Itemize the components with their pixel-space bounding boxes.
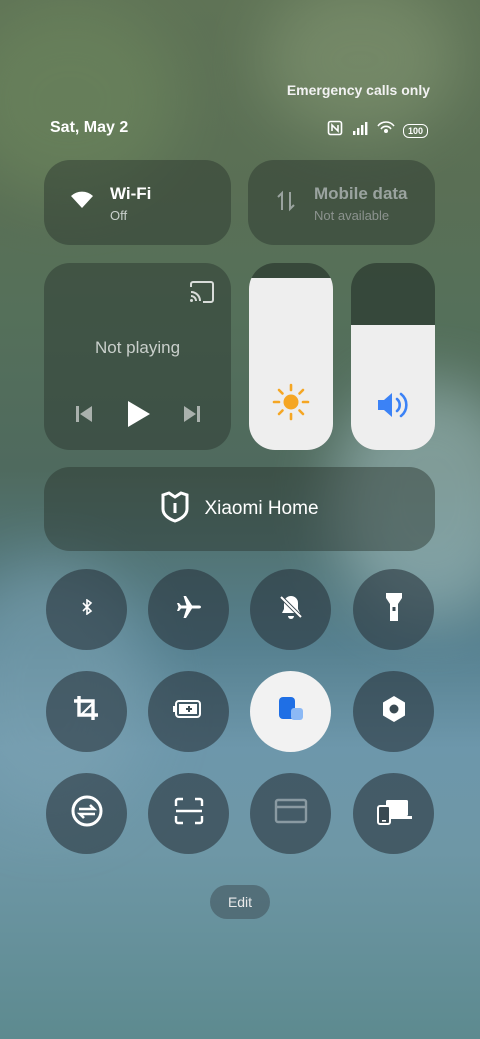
silent-toggle[interactable] — [250, 569, 331, 650]
hex-nut-icon — [379, 694, 409, 729]
scanner-toggle[interactable] — [148, 773, 229, 854]
card-toggle[interactable] — [250, 773, 331, 854]
data-arrows-icon — [274, 190, 298, 217]
airplane-icon — [175, 593, 203, 626]
card-icon — [274, 798, 308, 829]
airplane-mode-toggle[interactable] — [148, 569, 229, 650]
cast-icon[interactable] — [189, 281, 215, 308]
speaker-icon — [375, 389, 411, 426]
network-status: Emergency calls only — [286, 82, 430, 98]
mobile-data-title: Mobile data — [314, 184, 408, 203]
media-status: Not playing — [94, 338, 181, 357]
volume-fill — [351, 324, 435, 450]
wifi-tile[interactable]: Wi-Fi Off — [44, 160, 231, 245]
battery-icon: 100 — [402, 123, 428, 138]
volume-slider[interactable] — [351, 263, 435, 450]
cast-device-toggle[interactable] — [353, 773, 434, 854]
hotspot-icon — [377, 120, 395, 141]
bluetooth-icon — [81, 598, 93, 620]
mi-home-icon — [160, 490, 190, 528]
scan-icon — [174, 797, 204, 830]
devices-icon — [376, 797, 412, 830]
signal-icon — [351, 121, 369, 140]
crop-icon — [72, 694, 102, 729]
floating-window-icon — [276, 694, 306, 729]
flashlight-toggle[interactable] — [353, 569, 434, 650]
edit-button[interactable]: Edit — [210, 885, 270, 919]
floating-window-toggle[interactable] — [250, 671, 331, 752]
battery-saver-icon — [172, 698, 205, 725]
xiaomi-home-label: Xiaomi Home — [204, 498, 319, 519]
flashlight-icon — [384, 591, 404, 628]
sync-icon — [70, 794, 104, 833]
mobile-data-tile[interactable]: Mobile data Not available — [248, 160, 435, 245]
wifi-status: Off — [110, 208, 128, 223]
previous-icon[interactable] — [73, 403, 95, 430]
date-label: Sat, May 2 — [50, 119, 129, 136]
sync-toggle[interactable] — [46, 773, 127, 854]
status-icons: 100 — [327, 120, 428, 141]
bell-off-icon — [277, 593, 305, 626]
media-player-tile: Not playing — [44, 263, 231, 450]
wifi-title: Wi-Fi — [110, 184, 152, 203]
wifi-icon — [70, 190, 94, 215]
next-icon[interactable] — [181, 403, 203, 430]
bluetooth-toggle[interactable] — [46, 569, 127, 650]
mobile-data-status: Not available — [314, 208, 390, 223]
xiaomi-home-tile[interactable]: Xiaomi Home — [44, 467, 435, 551]
sun-icon — [272, 383, 310, 426]
play-icon[interactable] — [124, 399, 152, 434]
settings-hex-toggle[interactable] — [353, 671, 434, 752]
brightness-slider[interactable] — [249, 263, 333, 450]
screenshot-crop-toggle[interactable] — [46, 671, 127, 752]
battery-saver-toggle[interactable] — [148, 671, 229, 752]
nfc-icon — [327, 120, 343, 141]
